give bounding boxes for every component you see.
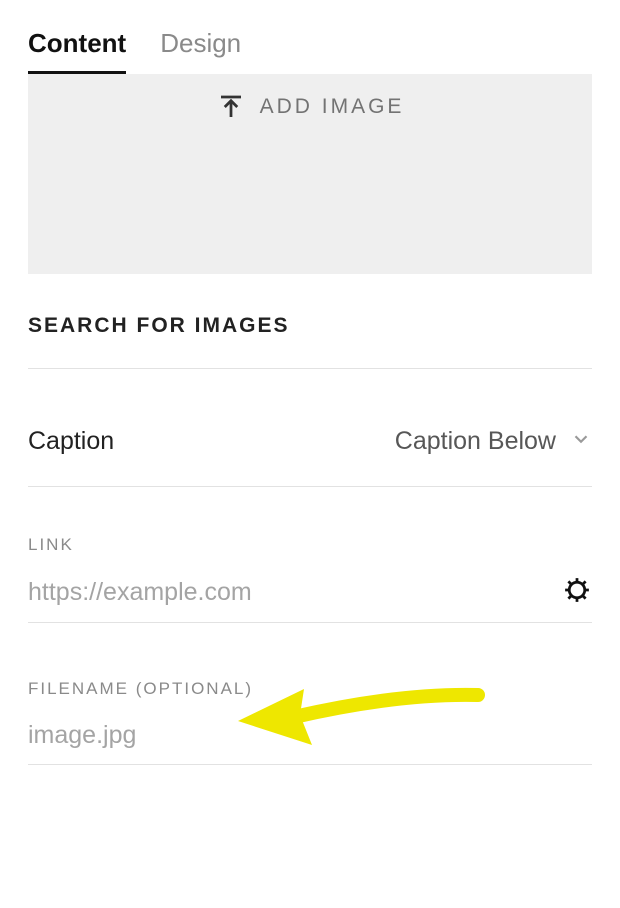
gear-icon <box>562 575 592 610</box>
add-image-button[interactable]: ADD IMAGE <box>28 74 592 274</box>
filename-field: FILENAME (OPTIONAL) <box>28 623 592 765</box>
link-input[interactable] <box>28 576 552 609</box>
link-label: LINK <box>28 535 592 555</box>
filename-label: FILENAME (OPTIONAL) <box>28 679 592 699</box>
tab-content[interactable]: Content <box>28 28 126 73</box>
caption-select[interactable]: Caption Below <box>395 427 592 456</box>
filename-input[interactable] <box>28 719 592 752</box>
caption-row: Caption Caption Below <box>28 369 592 487</box>
upload-icon <box>216 92 246 122</box>
caption-select-value: Caption Below <box>395 427 556 456</box>
chevron-down-icon <box>570 428 592 455</box>
tab-design[interactable]: Design <box>160 28 241 73</box>
caption-label: Caption <box>28 427 114 456</box>
search-for-images-label: SEARCH FOR IMAGES <box>28 314 290 337</box>
tabs: Content Design <box>28 28 592 74</box>
search-for-images-button[interactable]: SEARCH FOR IMAGES <box>28 274 592 369</box>
add-image-label: ADD IMAGE <box>260 95 405 119</box>
link-field: LINK <box>28 487 592 623</box>
link-settings-button[interactable] <box>562 575 592 610</box>
